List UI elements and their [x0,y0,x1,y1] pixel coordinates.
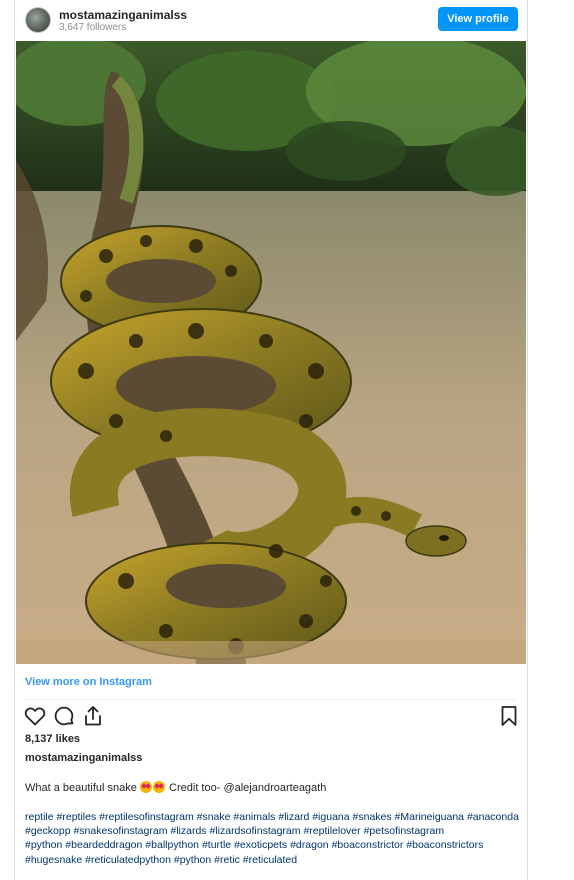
hashtag-link[interactable]: #reptilelover [303,825,360,837]
followers-count: 3,647 followers [59,22,127,33]
caption-username[interactable]: mostamazinganimalss [25,752,142,764]
hashtag-link[interactable]: #petsofinstagram [364,825,445,837]
action-bar [15,704,527,728]
view-profile-button[interactable]: View profile [438,7,518,31]
hashtag-link[interactable]: #anaconda [467,811,519,823]
share-icon[interactable] [81,704,105,728]
hashtag-link[interactable]: #reticulatedpython [85,854,171,866]
hashtag-link[interactable]: #animals [233,811,275,823]
hashtag-link[interactable]: #exoticpets [234,839,287,851]
avatar[interactable] [25,7,51,33]
heart-eyes-emoji-icon [152,781,165,793]
hashtag-link[interactable]: #turtle [202,839,231,851]
bookmark-icon[interactable] [497,704,521,728]
hashtag-list: reptile #reptiles #reptilesofinstagram #… [25,810,520,867]
hashtag-link[interactable]: #ballpython [145,839,199,851]
hashtag-link[interactable]: #lizards [170,825,206,837]
caption-text: What a beautiful snake Credit too- @alej… [25,781,326,794]
hashtag-link[interactable]: #retic [214,854,240,866]
hashtag-link[interactable]: #snake [197,811,231,823]
hashtag-link[interactable]: #reptilesofinstagram [99,811,194,823]
hashtag-link[interactable]: #geckopp [25,825,71,837]
instagram-embed-card: mostamazinganimalss 3,647 followers View… [14,0,528,880]
hashtag-link[interactable]: #python [174,854,211,866]
hashtag-link[interactable]: #snakes [353,811,392,823]
hashtag-link[interactable]: #hugesnake [25,854,82,866]
view-more-link[interactable]: View more on Instagram [25,676,152,688]
hashtag-link[interactable]: #snakesofinstagram [73,825,167,837]
hashtag-link[interactable]: #iguana [312,811,349,823]
hashtag-link[interactable]: #dragon [290,839,329,851]
hashtag-link[interactable]: #Marineiguana [395,811,464,823]
username[interactable]: mostamazinganimalss [59,8,187,22]
post-header: mostamazinganimalss 3,647 followers View… [15,0,527,41]
divider [25,699,517,700]
hashtag-link[interactable]: #lizard [278,811,309,823]
hashtag-link[interactable]: reptile [25,811,54,823]
comment-icon[interactable] [52,704,76,728]
heart-eyes-emoji-icon [139,781,152,793]
likes-count: 8,137 likes [25,733,81,745]
heart-icon[interactable] [23,704,47,728]
hashtag-link[interactable]: #python [25,839,62,851]
hashtag-link[interactable]: #lizardsofinstagram [209,825,300,837]
post-image[interactable] [16,41,526,664]
hashtag-link[interactable]: #boaconstrictor [332,839,404,851]
caption-text-before: What a beautiful snake [25,782,137,794]
hashtag-link[interactable]: #reptiles [57,811,97,823]
hashtag-link[interactable]: #reticulated [243,854,297,866]
hashtag-link[interactable]: #beardeddragon [65,839,142,851]
caption-credit: Credit too- @alejandroarteagath [169,782,327,794]
hashtag-link[interactable]: #boaconstrictors [406,839,483,851]
